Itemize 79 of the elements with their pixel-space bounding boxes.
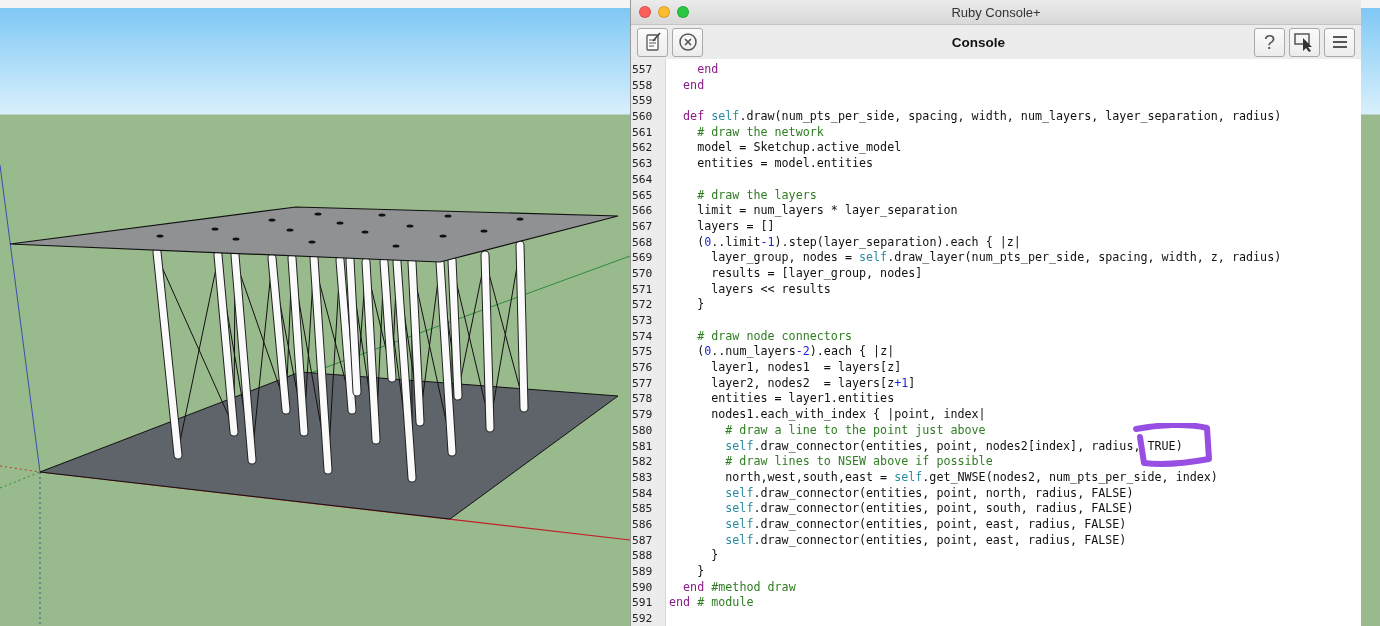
clear-button[interactable]	[672, 27, 703, 57]
code-line: model = Sketchup.active_model	[696, 140, 903, 157]
line-number: 586	[631, 516, 654, 533]
code-line: limit = num_layers * layer_separation	[696, 203, 959, 219]
code-line: def self.draw(num_pts_per_side, spacing, width, num_layers, layer_separation, radius)	[682, 109, 1283, 125]
line-number: 578	[631, 391, 654, 408]
close-icon[interactable]	[639, 6, 651, 18]
menu-button[interactable]	[1324, 27, 1355, 57]
window-title: Ruby Console+	[951, 4, 1041, 20]
code-line: self.draw_connector(entities, point, east, radius, FALSE)	[724, 532, 1128, 549]
code-line: # draw the layers	[696, 187, 818, 204]
code-line: layers = []	[696, 218, 776, 235]
toolbar-title: Console	[950, 34, 1007, 50]
code-line: entities = model.entities	[696, 156, 875, 172]
line-number: 574	[631, 328, 654, 345]
line-number: 557	[631, 62, 654, 78]
line-number: 591	[631, 595, 654, 612]
line-number: 566	[631, 203, 654, 219]
menu-icon	[1331, 35, 1348, 49]
line-number: 573	[631, 313, 654, 329]
line-number: 579	[631, 407, 654, 423]
line-number: 576	[631, 360, 654, 376]
code-line: (0..num_layers-2).each { |z|	[696, 344, 896, 361]
line-number: 581	[631, 438, 654, 455]
select-button[interactable]	[1289, 27, 1320, 57]
line-number: 569	[631, 250, 654, 266]
line-number: 583	[631, 469, 654, 486]
line-number: 587	[631, 532, 654, 549]
code-line: results = [layer_group, nodes]	[710, 265, 924, 282]
code-line: end	[696, 62, 720, 78]
help-button[interactable]: ?	[1254, 27, 1285, 57]
line-number: 564	[631, 171, 654, 188]
line-number: 558	[631, 77, 654, 94]
code-line: end #method draw	[682, 579, 797, 596]
line-number: 565	[631, 187, 654, 204]
line-number: 577	[631, 375, 654, 392]
code-line: self.draw_connector(entities, point, south, radius, FALSE)	[724, 501, 1135, 517]
line-number: 584	[631, 485, 654, 502]
line-number: 563	[631, 156, 654, 172]
code-line: layers << results	[710, 281, 832, 298]
line-number: 572	[631, 297, 654, 313]
code-line: north,west,south,east = self.get_NWSE(nodes2, num_pts_per_side, index)	[724, 469, 1219, 486]
code-line: }	[696, 564, 706, 580]
code-line: layer_group, nodes = self.draw_layer(num_pts_per_side, spacing, width, z, radius)	[710, 250, 1283, 266]
code-line: end # module	[669, 595, 755, 612]
line-number: 589	[631, 564, 654, 580]
code-line: layer1, nodes1 = layers[z]	[710, 360, 903, 376]
line-number: 561	[631, 124, 654, 141]
code-line: entities = layer1.entities	[710, 391, 896, 408]
code-line: }	[710, 548, 720, 564]
code-line: # draw node connectors	[696, 328, 853, 345]
line-number: 567	[631, 218, 654, 235]
line-number: 562	[631, 140, 654, 157]
code-line: (0..limit-1).step(layer_separation).each { |z|	[696, 234, 1022, 251]
line-number: 585	[631, 501, 654, 517]
line-number: 568	[631, 234, 654, 251]
code-line: nodes1.each_with_index { |point, index|	[710, 407, 987, 423]
circled-x-icon	[677, 32, 698, 52]
line-number: 588	[631, 548, 654, 564]
code-line: layer2, nodes2 = layers[z+1]	[710, 375, 917, 392]
line-number: 570	[631, 265, 654, 282]
code-line: end	[682, 77, 706, 94]
code-line: self.draw_connector(entities, point, nodes2[index], radius, TRUE)	[724, 438, 1184, 455]
code-line: self.draw_connector(entities, point, north, radius, FALSE)	[724, 485, 1135, 502]
code-line: }	[696, 297, 706, 313]
line-number: 582	[631, 454, 654, 470]
editor-button[interactable]	[637, 27, 668, 57]
notepad-icon	[643, 32, 662, 52]
line-number: 571	[631, 281, 654, 298]
code-line: # draw lines to NSEW above if possible	[724, 454, 994, 470]
line-number: 560	[631, 109, 654, 125]
line-number: 559	[631, 93, 654, 110]
code-line: # draw a line to the point just above	[724, 422, 987, 439]
code-line: self.draw_connector(entities, point, east, radius, FALSE)	[724, 516, 1128, 533]
line-number: 575	[631, 344, 654, 361]
line-number: 592	[631, 611, 654, 626]
code-line: # draw the network	[696, 124, 825, 141]
line-number: 580	[631, 422, 654, 439]
line-number: 590	[631, 579, 654, 596]
